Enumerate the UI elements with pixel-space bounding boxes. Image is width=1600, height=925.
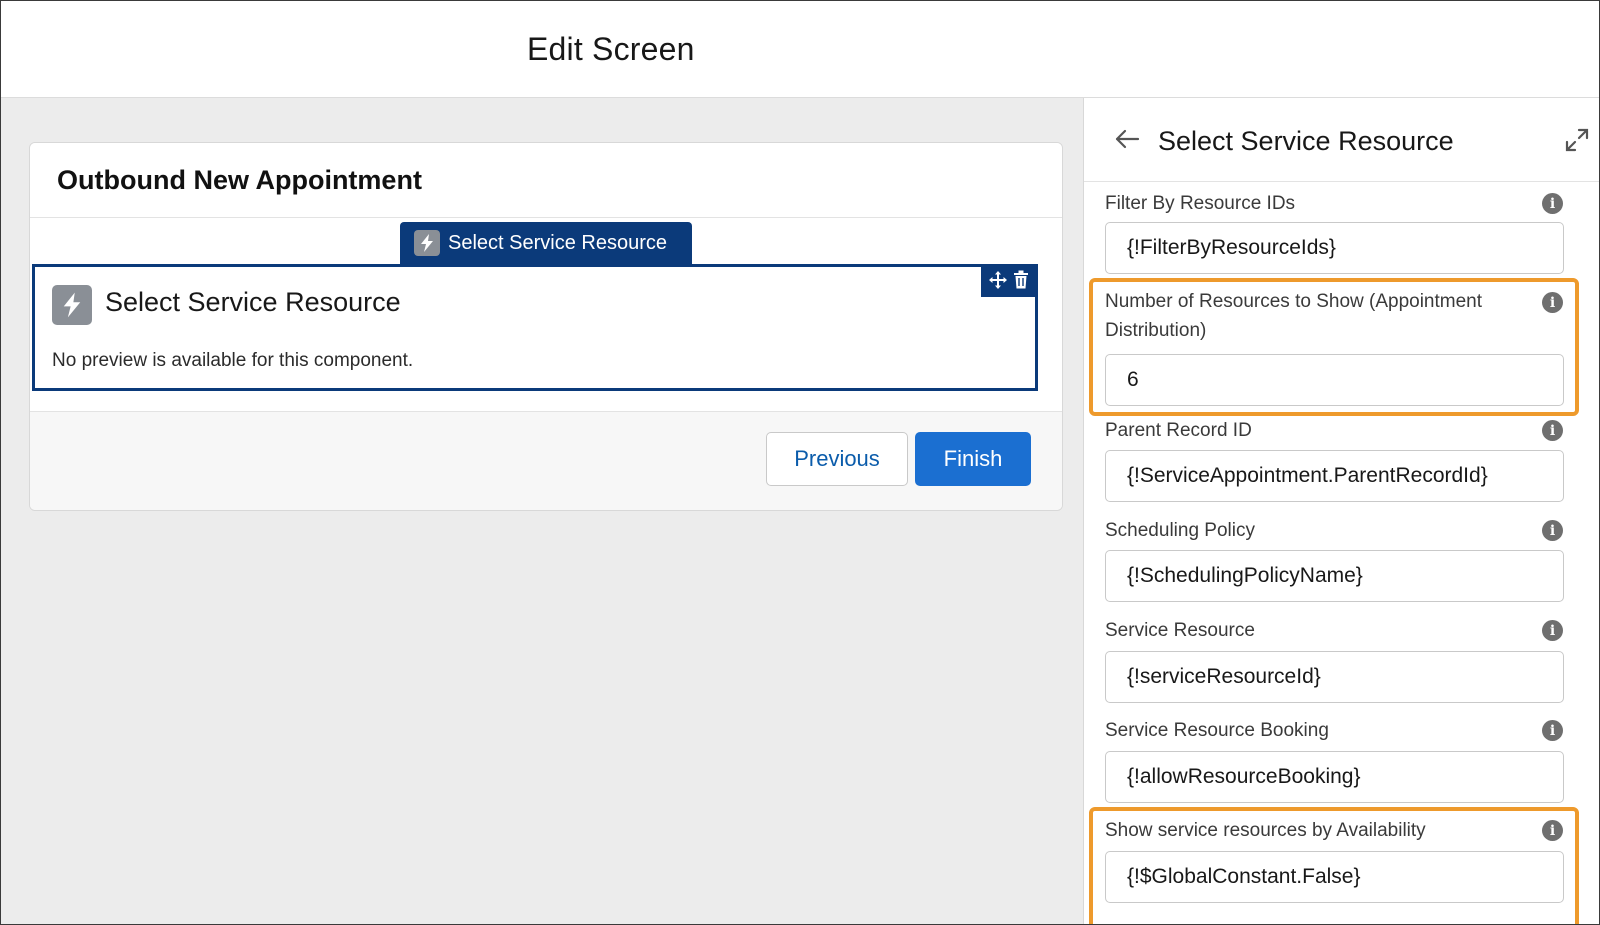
- field-label-number-of-resources: Number of Resources to Show (Appointment…: [1105, 291, 1483, 341]
- app-window: Edit Screen Outbound New Appointment Sel…: [0, 0, 1600, 925]
- scheduling-policy-input[interactable]: {!SchedulingPolicyName}: [1105, 550, 1564, 602]
- move-icon[interactable]: [988, 270, 1008, 295]
- info-icon[interactable]: i: [1542, 420, 1563, 441]
- field-label-show-by-availability: Show service resources by Availability: [1105, 820, 1426, 841]
- info-icon[interactable]: i: [1542, 720, 1563, 741]
- properties-panel-header: Select Service Resource: [1084, 98, 1599, 182]
- selected-component[interactable]: Select Service Resource No preview is av…: [32, 264, 1038, 391]
- field-label-parent-record-id: Parent Record ID: [1105, 420, 1252, 441]
- screen-footer: Previous Finish: [30, 412, 1062, 510]
- page-header: Edit Screen: [1, 1, 1599, 98]
- component-preview-note: No preview is available for this compone…: [52, 350, 414, 371]
- page-title: Edit Screen: [527, 31, 695, 67]
- screen-card-header: Outbound New Appointment: [30, 143, 1062, 218]
- service-resource-input[interactable]: {!serviceResourceId}: [1105, 651, 1564, 703]
- parent-record-id-input[interactable]: {!ServiceAppointment.ParentRecordId}: [1105, 450, 1564, 502]
- info-icon[interactable]: i: [1542, 520, 1563, 541]
- finish-button[interactable]: Finish: [915, 432, 1031, 486]
- component-tab-label: Select Service Resource: [448, 231, 667, 254]
- back-arrow-icon[interactable]: [1114, 128, 1140, 150]
- number-of-resources-input[interactable]: 6: [1105, 354, 1564, 406]
- screen-card: Outbound New Appointment Select Service …: [29, 142, 1063, 511]
- info-icon[interactable]: i: [1542, 292, 1563, 313]
- component-tab[interactable]: Select Service Resource: [400, 222, 692, 264]
- info-icon[interactable]: i: [1542, 193, 1563, 214]
- expand-icon[interactable]: [1565, 128, 1589, 152]
- info-icon[interactable]: i: [1542, 820, 1563, 841]
- field-label-service-resource-booking: Service Resource Booking: [1105, 720, 1329, 741]
- trash-icon[interactable]: [1013, 270, 1029, 294]
- screen-card-body: Select Service Resource Select Service R…: [30, 218, 1062, 412]
- field-label-scheduling-policy: Scheduling Policy: [1105, 520, 1255, 541]
- info-icon[interactable]: i: [1542, 620, 1563, 641]
- field-label-filter-resource-ids: Filter By Resource IDs: [1105, 193, 1296, 214]
- lightning-bolt-icon: [414, 230, 440, 256]
- field-label-service-resource: Service Resource: [1105, 620, 1255, 641]
- show-by-availability-input[interactable]: {!$GlobalConstant.False}: [1105, 851, 1564, 903]
- properties-panel: Select Service Resource Filter By Resour…: [1083, 98, 1599, 924]
- lightning-bolt-icon: [52, 285, 92, 325]
- component-toolbar: [981, 267, 1035, 297]
- screen-title: Outbound New Appointment: [57, 165, 422, 195]
- component-name: Select Service Resource: [105, 287, 401, 317]
- service-resource-booking-input[interactable]: {!allowResourceBooking}: [1105, 751, 1564, 803]
- filter-resource-ids-input[interactable]: {!FilterByResourceIds}: [1105, 222, 1564, 274]
- properties-panel-title: Select Service Resource: [1158, 126, 1454, 156]
- screen-canvas: Outbound New Appointment Select Service …: [1, 98, 1083, 924]
- previous-button[interactable]: Previous: [766, 432, 908, 486]
